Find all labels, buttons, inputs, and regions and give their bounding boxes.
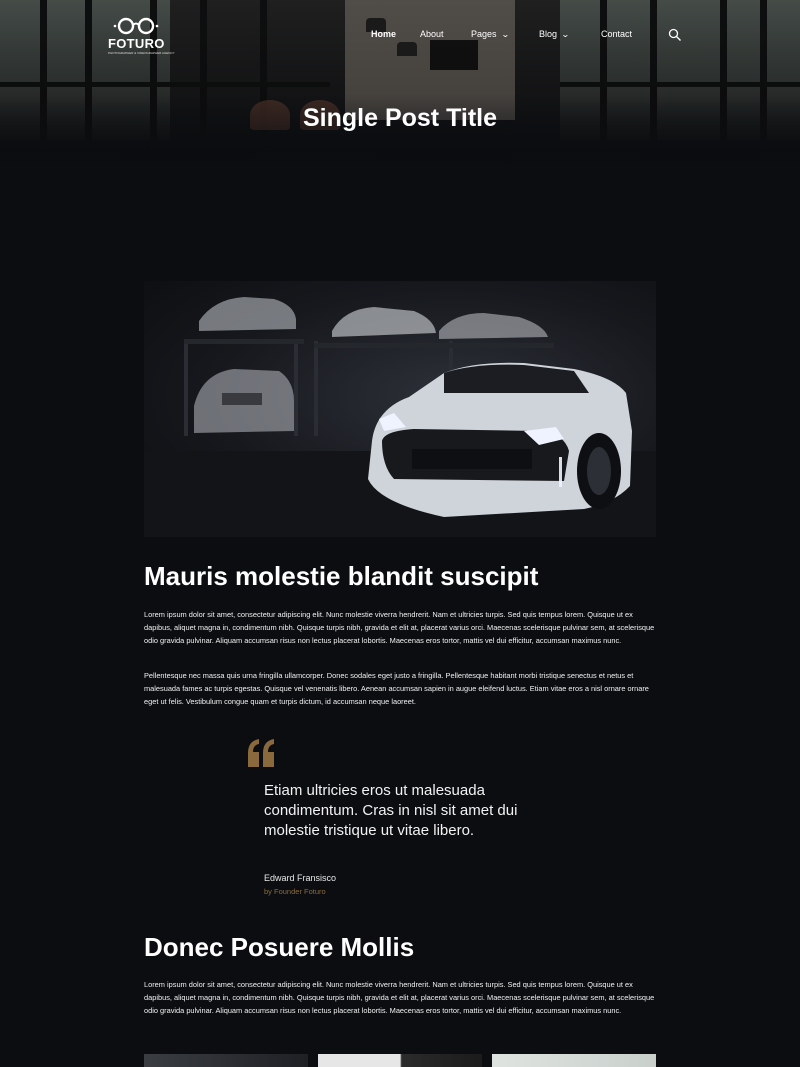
nav-item-about[interactable]: About <box>420 29 444 39</box>
blockquote-text: Etiam ultricies eros ut malesuada condim… <box>264 782 518 839</box>
quote-author-role: by Founder Foturo <box>264 887 326 896</box>
body-paragraph: Pellentesque nec massa quis urna fringil… <box>144 671 649 706</box>
featured-image <box>144 281 656 537</box>
nav-item-blog[interactable]: Blog ⌄ <box>539 29 570 39</box>
pendant-lamp <box>397 42 417 56</box>
section-heading: Donec Posuere Mollis <box>144 932 415 962</box>
body-paragraph: Lorem ipsum dolor sit amet, consectetur … <box>144 980 655 1015</box>
search-icon[interactable] <box>668 28 682 42</box>
nav-label: Pages <box>471 29 497 39</box>
gallery-thumbnail[interactable] <box>492 1054 656 1067</box>
quote-author: Edward Fransisco <box>264 873 337 883</box>
chevron-down-icon: ⌄ <box>561 29 570 39</box>
nav-item-home[interactable]: Home <box>371 29 396 39</box>
section-heading: Mauris molestie blandit suscipit <box>144 561 539 591</box>
quote-icon <box>248 739 274 767</box>
body-paragraph: Lorem ipsum dolor sit amet, consectetur … <box>144 610 655 645</box>
nav-item-pages[interactable]: Pages ⌄ <box>471 29 510 39</box>
gallery-thumbnail[interactable] <box>318 1054 482 1067</box>
chevron-down-icon: ⌄ <box>500 29 510 39</box>
gallery-thumbnail[interactable] <box>144 1054 308 1067</box>
garage-car-illustration <box>144 297 656 537</box>
nav-label: Contact <box>601 29 633 39</box>
page-title: Single Post Title <box>302 104 498 132</box>
nav-label: Home <box>371 29 397 39</box>
brand-tagline: PHOTOGRAPHER & VIDEOGRAPHER AGENCY <box>108 51 175 55</box>
nav-label: Blog <box>539 29 558 39</box>
nav-label: About <box>420 29 444 39</box>
nav-item-contact[interactable]: Contact <box>601 29 632 39</box>
